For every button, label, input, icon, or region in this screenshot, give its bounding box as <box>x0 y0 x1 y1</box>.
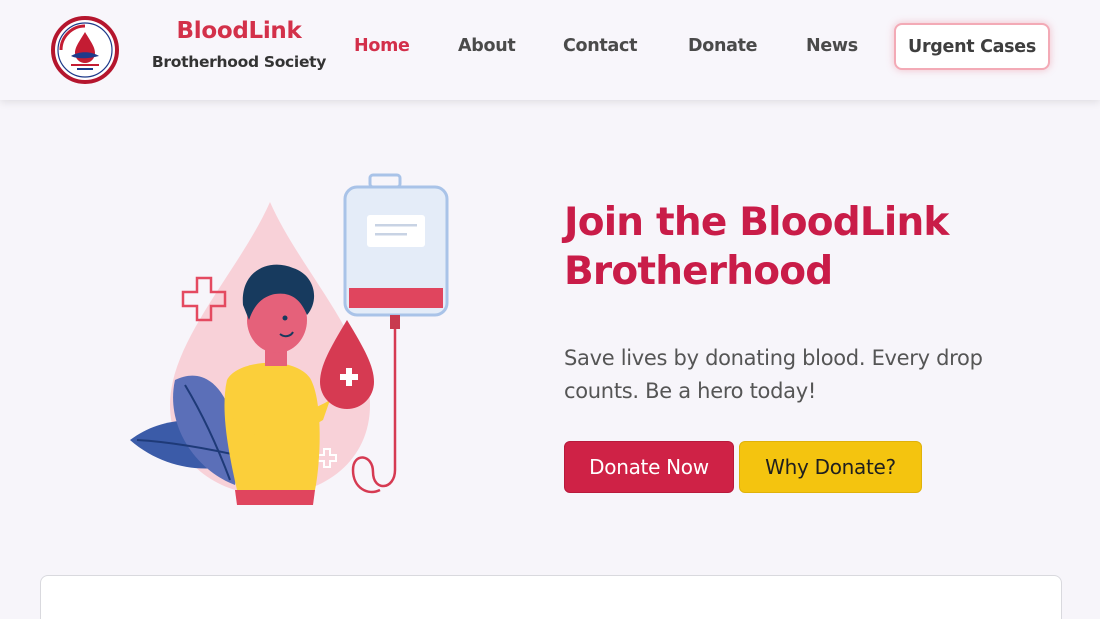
brand-subtitle: Brotherhood Society <box>151 53 327 71</box>
site-header: BloodLink Brotherhood Society Home About… <box>0 0 1100 100</box>
brand-name[interactable]: BloodLink <box>148 18 330 44</box>
why-donate-button[interactable]: Why Donate? <box>739 441 922 493</box>
nav-donate[interactable]: Donate <box>688 36 758 56</box>
blood-donation-illustration <box>125 170 455 505</box>
logo-icon[interactable] <box>51 16 119 84</box>
hero-description: Save lives by donating blood. Every drop… <box>564 346 983 403</box>
nav-news[interactable]: News <box>806 36 858 56</box>
content-card <box>40 575 1062 619</box>
donate-now-button[interactable]: Donate Now <box>564 441 734 493</box>
nav-home[interactable]: Home <box>354 36 410 56</box>
nav-urgent-cases-button[interactable]: Urgent Cases <box>894 23 1050 70</box>
nav-about[interactable]: About <box>458 36 516 56</box>
hero-title: Join the BloodLink Brotherhood <box>564 200 949 294</box>
nav-contact[interactable]: Contact <box>563 36 637 56</box>
